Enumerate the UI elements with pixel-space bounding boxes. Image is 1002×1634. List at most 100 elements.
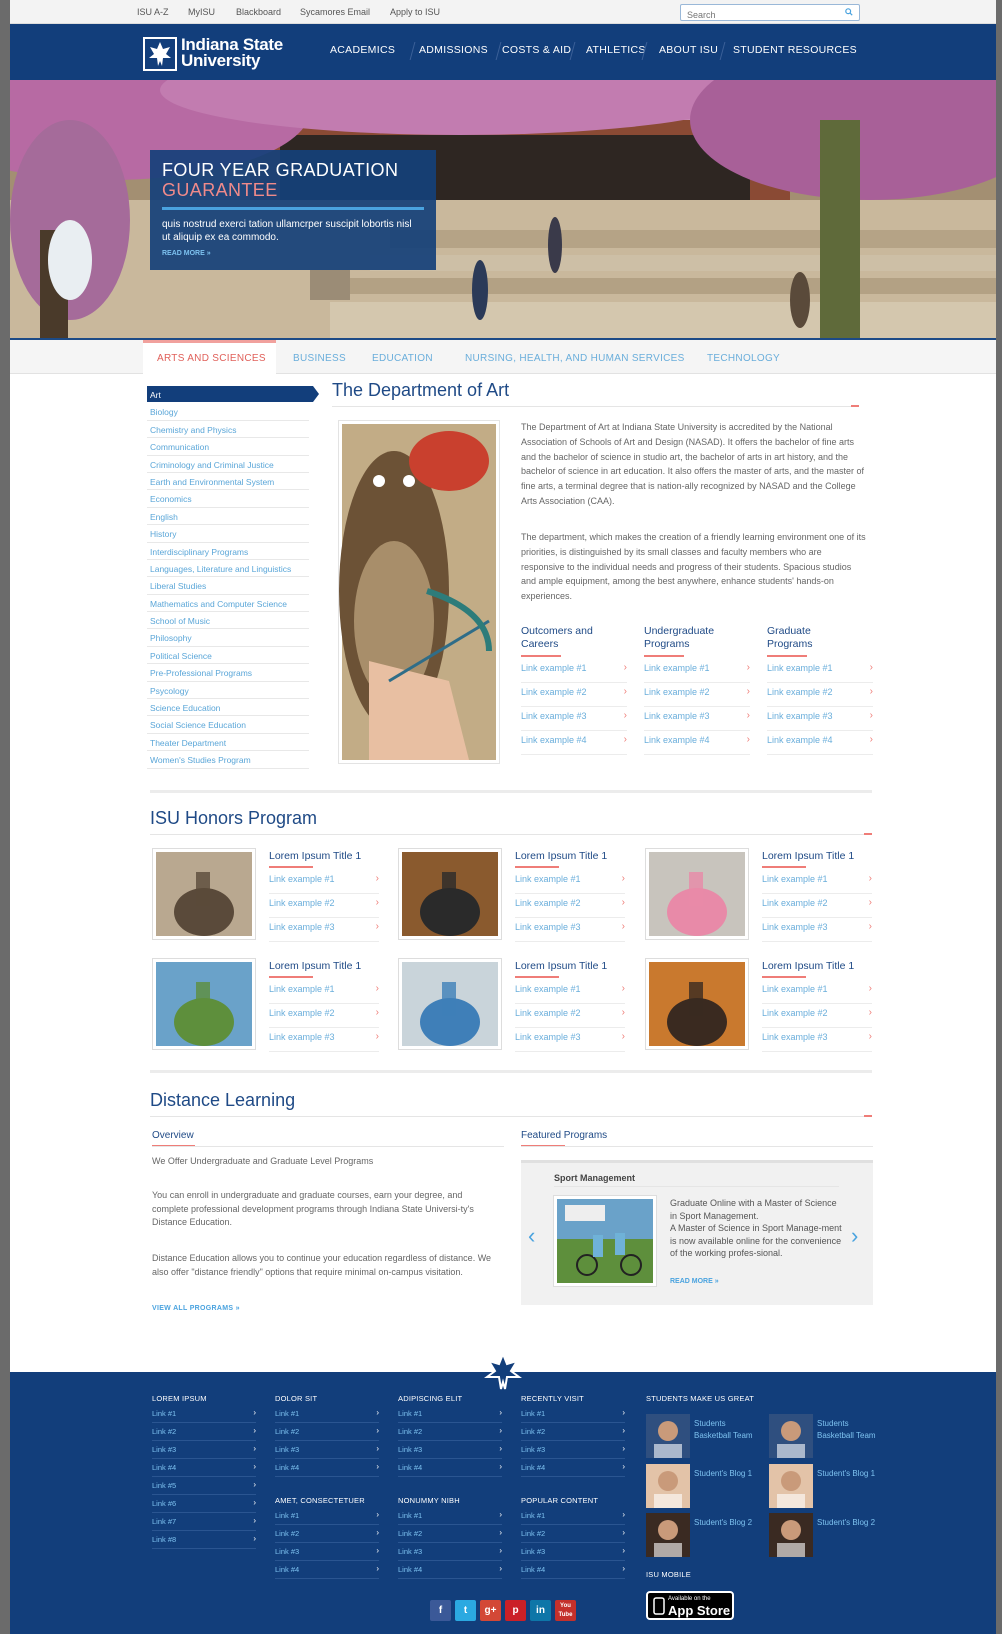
sidebar-item[interactable]: Philosophy [147, 629, 309, 647]
tab-education[interactable]: EDUCATION [372, 340, 433, 374]
honors-card-link[interactable]: Link example #3 › [269, 918, 379, 942]
nav-about[interactable]: ABOUT ISU [659, 44, 718, 56]
app-store-badge[interactable]: Available on the App Store [646, 1591, 734, 1620]
honors-card-link[interactable]: Link example #2 › [762, 1004, 872, 1028]
footer-link[interactable]: Link #2 › [521, 1525, 625, 1543]
student-photo[interactable] [646, 1513, 690, 1557]
sidebar-item[interactable]: Psycology [147, 682, 309, 700]
sidebar-item[interactable]: Social Science Education [147, 716, 309, 734]
footer-link[interactable]: Link #2 › [398, 1525, 502, 1543]
footer-link[interactable]: Link #6 › [152, 1495, 256, 1513]
sidebar-item[interactable]: Mathematics and Computer Science [147, 595, 309, 613]
nav-athletics[interactable]: ATHLETICS [586, 44, 646, 56]
sidebar-item[interactable]: Chemistry and Physics [147, 421, 309, 439]
link-column-item[interactable]: Link example #4 › [767, 731, 873, 755]
student-photo[interactable] [646, 1464, 690, 1508]
isu-logo[interactable]: Indiana State University [143, 36, 303, 72]
link-column-item[interactable]: Link example #3 › [521, 707, 627, 731]
hero-read-more-link[interactable]: READ MORE » [162, 250, 424, 257]
sidebar-item[interactable]: Liberal Studies [147, 577, 309, 595]
honors-card-link[interactable]: Link example #3 › [762, 918, 872, 942]
carousel-prev-icon[interactable]: ‹ [528, 1223, 535, 1249]
sidebar-item[interactable]: Political Science [147, 647, 309, 665]
student-link[interactable]: Students Basketball Team [817, 1418, 881, 1442]
footer-link[interactable]: Link #2 › [521, 1423, 625, 1441]
footer-link[interactable]: Link #1 › [275, 1405, 379, 1423]
honors-card-link[interactable]: Link example #1 › [515, 870, 625, 894]
student-link[interactable]: Students Basketball Team [694, 1418, 758, 1442]
sidebar-item[interactable]: Economics [147, 490, 309, 508]
utility-link-az[interactable]: ISU A-Z [137, 7, 169, 17]
nav-student-resources[interactable]: STUDENT RESOURCES [733, 44, 857, 56]
footer-link[interactable]: Link #4 › [521, 1561, 625, 1579]
sidebar-item[interactable]: Pre-Professional Programs [147, 664, 309, 682]
honors-card-link[interactable]: Link example #2 › [515, 1004, 625, 1028]
footer-link[interactable]: Link #3 › [152, 1441, 256, 1459]
tab-technology[interactable]: TECHNOLOGY [707, 340, 780, 374]
honors-card-link[interactable]: Link example #3 › [515, 1028, 625, 1052]
nav-academics[interactable]: ACADEMICS [330, 44, 395, 56]
footer-link[interactable]: Link #2 › [275, 1423, 379, 1441]
pinterest-icon[interactable]: p [505, 1600, 526, 1621]
sidebar-item[interactable]: Art [147, 386, 309, 403]
student-link[interactable]: Student's Blog 1 [694, 1468, 758, 1480]
nav-costs-aid[interactable]: COSTS & AID [502, 44, 571, 56]
sidebar-item[interactable]: Theater Department [147, 734, 309, 752]
carousel-next-icon[interactable]: › [851, 1223, 858, 1249]
honors-card-link[interactable]: Link example #3 › [269, 1028, 379, 1052]
tab-business[interactable]: BUSINESS [293, 340, 346, 374]
honors-card-link[interactable]: Link example #1 › [762, 870, 872, 894]
honors-card-link[interactable]: Link example #1 › [762, 980, 872, 1004]
footer-link[interactable]: Link #4 › [521, 1459, 625, 1477]
sidebar-item[interactable]: School of Music [147, 612, 309, 630]
link-column-item[interactable]: Link example #4 › [521, 731, 627, 755]
sidebar-item[interactable]: English [147, 508, 309, 526]
facebook-icon[interactable]: f [430, 1600, 451, 1621]
student-link[interactable]: Student's Blog 2 [817, 1517, 881, 1529]
honors-card-link[interactable]: Link example #2 › [515, 894, 625, 918]
twitter-icon[interactable]: t [455, 1600, 476, 1621]
footer-link[interactable]: Link #4 › [275, 1561, 379, 1579]
utility-link-email[interactable]: Sycamores Email [300, 7, 370, 17]
sidebar-item[interactable]: Science Education [147, 699, 309, 717]
link-column-item[interactable]: Link example #1 › [767, 659, 873, 683]
footer-link[interactable]: Link #1 › [398, 1507, 502, 1525]
sidebar-item[interactable]: Women's Studies Program [147, 751, 309, 769]
honors-card-link[interactable]: Link example #2 › [269, 1004, 379, 1028]
utility-link-myisu[interactable]: MyISU [188, 7, 215, 17]
linkedin-icon[interactable]: in [530, 1600, 551, 1621]
search-input[interactable] [681, 7, 831, 23]
student-photo[interactable] [769, 1414, 813, 1458]
honors-card-link[interactable]: Link example #1 › [269, 870, 379, 894]
link-column-item[interactable]: Link example #1 › [644, 659, 750, 683]
footer-link[interactable]: Link #2 › [398, 1423, 502, 1441]
footer-link[interactable]: Link #3 › [521, 1543, 625, 1561]
link-column-item[interactable]: Link example #3 › [644, 707, 750, 731]
link-column-item[interactable]: Link example #4 › [644, 731, 750, 755]
sidebar-item[interactable]: Criminology and Criminal Justice [147, 456, 309, 473]
link-column-item[interactable]: Link example #2 › [767, 683, 873, 707]
footer-link[interactable]: Link #4 › [398, 1459, 502, 1477]
student-photo[interactable] [769, 1513, 813, 1557]
student-photo[interactable] [769, 1464, 813, 1508]
footer-link[interactable]: Link #3 › [398, 1441, 502, 1459]
view-all-programs-link[interactable]: VIEW ALL PROGRAMS » [152, 1305, 240, 1312]
sidebar-item[interactable]: Languages, Literature and Linguistics [147, 560, 309, 578]
honors-card-link[interactable]: Link example #3 › [515, 918, 625, 942]
footer-link[interactable]: Link #1 › [521, 1507, 625, 1525]
footer-link[interactable]: Link #5 › [152, 1477, 256, 1495]
footer-link[interactable]: Link #3 › [275, 1441, 379, 1459]
footer-link[interactable]: Link #1 › [275, 1507, 379, 1525]
youtube-icon[interactable]: You Tube [555, 1600, 576, 1621]
sidebar-item[interactable]: Interdisciplinary Programs [147, 543, 309, 560]
tab-nursing[interactable]: NURSING, HEALTH, AND HUMAN SERVICES [465, 340, 685, 374]
honors-card-link[interactable]: Link example #2 › [762, 894, 872, 918]
search-icon[interactable] [845, 8, 853, 16]
sidebar-item[interactable]: Earth and Environmental System [147, 473, 309, 491]
student-photo[interactable] [646, 1414, 690, 1458]
honors-card-link[interactable]: Link example #1 › [269, 980, 379, 1004]
link-column-item[interactable]: Link example #2 › [644, 683, 750, 707]
student-link[interactable]: Student's Blog 2 [694, 1517, 758, 1529]
footer-link[interactable]: Link #1 › [521, 1405, 625, 1423]
link-column-item[interactable]: Link example #2 › [521, 683, 627, 707]
